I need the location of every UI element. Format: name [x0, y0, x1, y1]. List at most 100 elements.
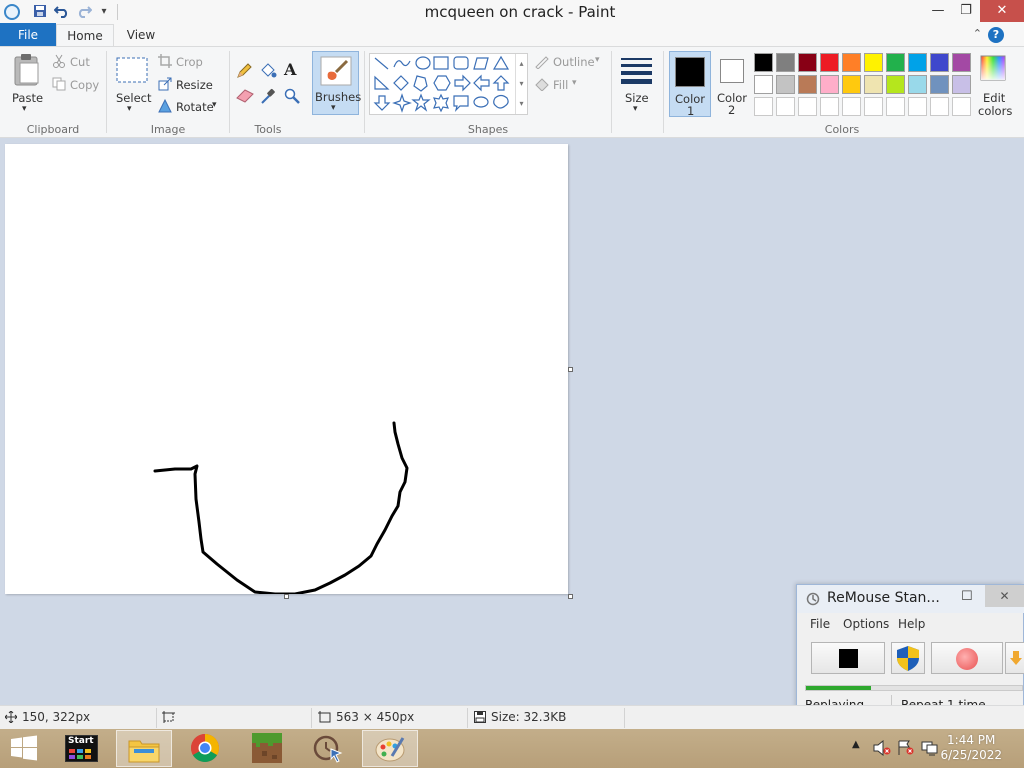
outline-button[interactable]: Outline [553, 55, 595, 69]
palette-custom-slot[interactable] [842, 97, 861, 116]
remouse-menu-help[interactable]: Help [898, 617, 925, 631]
remouse-menu-file[interactable]: File [810, 617, 830, 631]
paste-icon[interactable] [12, 53, 42, 90]
palette-custom-slot[interactable] [930, 97, 949, 116]
palette-swatch[interactable] [930, 53, 949, 72]
taskbar-chrome[interactable] [177, 730, 233, 767]
brushes-button[interactable]: Brushes ▾ [312, 51, 361, 115]
minimize-button[interactable]: — [924, 0, 952, 22]
show-hidden-icons[interactable]: ▲ [852, 739, 860, 750]
color1-button[interactable]: Color 1 [669, 51, 711, 118]
remouse-menu-options[interactable]: Options [843, 617, 889, 631]
ribbon-tabs: File Home View ⌃ ? [0, 23, 1024, 48]
color-picker-icon[interactable] [261, 88, 275, 107]
rotate-button[interactable]: Rotate [176, 100, 214, 114]
record-button[interactable] [931, 642, 1003, 674]
palette-swatch[interactable] [952, 53, 971, 72]
select-dropdown-icon[interactable]: ▾ [127, 104, 132, 114]
palette-swatch[interactable] [886, 75, 905, 94]
palette-swatch[interactable] [930, 75, 949, 94]
palette-custom-slot[interactable] [864, 97, 883, 116]
palette-custom-slot[interactable] [952, 97, 971, 116]
select-button[interactable]: Select [116, 91, 151, 105]
size-dropdown-icon: ▾ [633, 104, 638, 114]
select-icon[interactable] [116, 57, 148, 86]
resize-handle-corner[interactable] [568, 594, 573, 599]
taskbar-minecraft[interactable] [239, 730, 295, 767]
edit-colors-icon[interactable] [980, 55, 1006, 84]
remouse-close-button[interactable]: ✕ [985, 585, 1024, 607]
stop-button[interactable] [811, 642, 885, 674]
volume-muted-icon[interactable] [873, 739, 891, 759]
taskbar-paint[interactable] [362, 730, 418, 767]
palette-swatch[interactable] [864, 53, 883, 72]
tab-view[interactable]: View [114, 23, 168, 47]
paste-button[interactable]: Paste [12, 91, 43, 105]
resize-handle-right[interactable] [568, 367, 573, 372]
palette-swatch[interactable] [820, 75, 839, 94]
fill-dropdown-icon[interactable]: ▾ [572, 78, 577, 88]
drawing-canvas[interactable] [5, 144, 568, 596]
size-button[interactable]: Size ▾ [616, 51, 658, 115]
palette-swatch[interactable] [842, 53, 861, 72]
restore-button[interactable]: ❐ [952, 0, 980, 22]
palette-swatch[interactable] [952, 75, 971, 94]
minecraft-icon [252, 733, 282, 763]
palette-custom-slot[interactable] [798, 97, 817, 116]
palette-swatch[interactable] [908, 75, 927, 94]
taskbar-startisback[interactable]: Start [55, 730, 111, 767]
remouse-maximize-button[interactable]: ☐ [961, 589, 973, 604]
crop-button[interactable]: Crop [176, 55, 203, 69]
edit-colors-line2[interactable]: colors [978, 104, 1012, 118]
start-button[interactable] [0, 729, 52, 768]
palette-swatch[interactable] [798, 75, 817, 94]
edit-colors-line1[interactable]: Edit [983, 91, 1005, 105]
palette-swatch[interactable] [798, 53, 817, 72]
palette-swatch[interactable] [886, 53, 905, 72]
palette-custom-slot[interactable] [776, 97, 795, 116]
palette-swatch[interactable] [776, 75, 795, 94]
help-icon[interactable]: ? [988, 27, 1004, 43]
rotate-dropdown-icon[interactable]: ▾ [212, 100, 217, 110]
copy-button[interactable]: Copy [70, 78, 99, 92]
outline-dropdown-icon[interactable]: ▾ [595, 55, 600, 65]
palette-custom-slot[interactable] [886, 97, 905, 116]
palette-swatch[interactable] [842, 75, 861, 94]
palette-custom-slot[interactable] [908, 97, 927, 116]
size-line-icon [621, 58, 652, 60]
palette-swatch[interactable] [820, 53, 839, 72]
fill-button[interactable]: Fill [553, 78, 568, 92]
palette-swatch[interactable] [754, 75, 773, 94]
shapes-scroll[interactable]: ▴ ▾ ▾ [515, 54, 527, 114]
eraser-icon[interactable] [236, 89, 254, 106]
taskbar-file-explorer[interactable] [116, 730, 172, 767]
network-icon[interactable] [921, 740, 939, 759]
shapes-gallery[interactable]: ▴ ▾ ▾ [369, 53, 528, 115]
palette-custom-slot[interactable] [820, 97, 839, 116]
resize-handle-bottom[interactable] [284, 594, 289, 599]
admin-button[interactable] [891, 642, 925, 674]
pencil-icon[interactable] [236, 63, 252, 82]
paste-dropdown-icon[interactable]: ▾ [22, 104, 27, 114]
tab-file[interactable]: File [0, 23, 56, 47]
fill-bucket-icon[interactable] [259, 63, 277, 82]
ribbon: Paste ▾ Cut Copy Clipboard Select ▾ Crop… [0, 46, 1024, 138]
close-button[interactable]: ✕ [980, 0, 1024, 22]
palette-swatch[interactable] [776, 53, 795, 72]
action-center-icon[interactable] [897, 740, 915, 759]
tab-home[interactable]: Home [56, 24, 114, 48]
minimize-ribbon-icon[interactable]: ⌃ [973, 27, 982, 40]
clock[interactable]: 1:44 PM 6/25/2022 [940, 733, 1002, 763]
text-tool-icon[interactable]: A [284, 60, 296, 79]
palette-swatch[interactable] [864, 75, 883, 94]
ribbon-separator [611, 51, 612, 133]
cut-button[interactable]: Cut [70, 55, 90, 69]
taskbar-remouse[interactable] [300, 730, 356, 767]
magnifier-icon[interactable] [284, 88, 300, 107]
palette-custom-slot[interactable] [754, 97, 773, 116]
load-button[interactable] [1005, 642, 1024, 674]
resize-button[interactable]: Resize [176, 78, 213, 92]
color2-button[interactable]: Color 2 [713, 51, 751, 117]
palette-swatch[interactable] [908, 53, 927, 72]
palette-swatch[interactable] [754, 53, 773, 72]
